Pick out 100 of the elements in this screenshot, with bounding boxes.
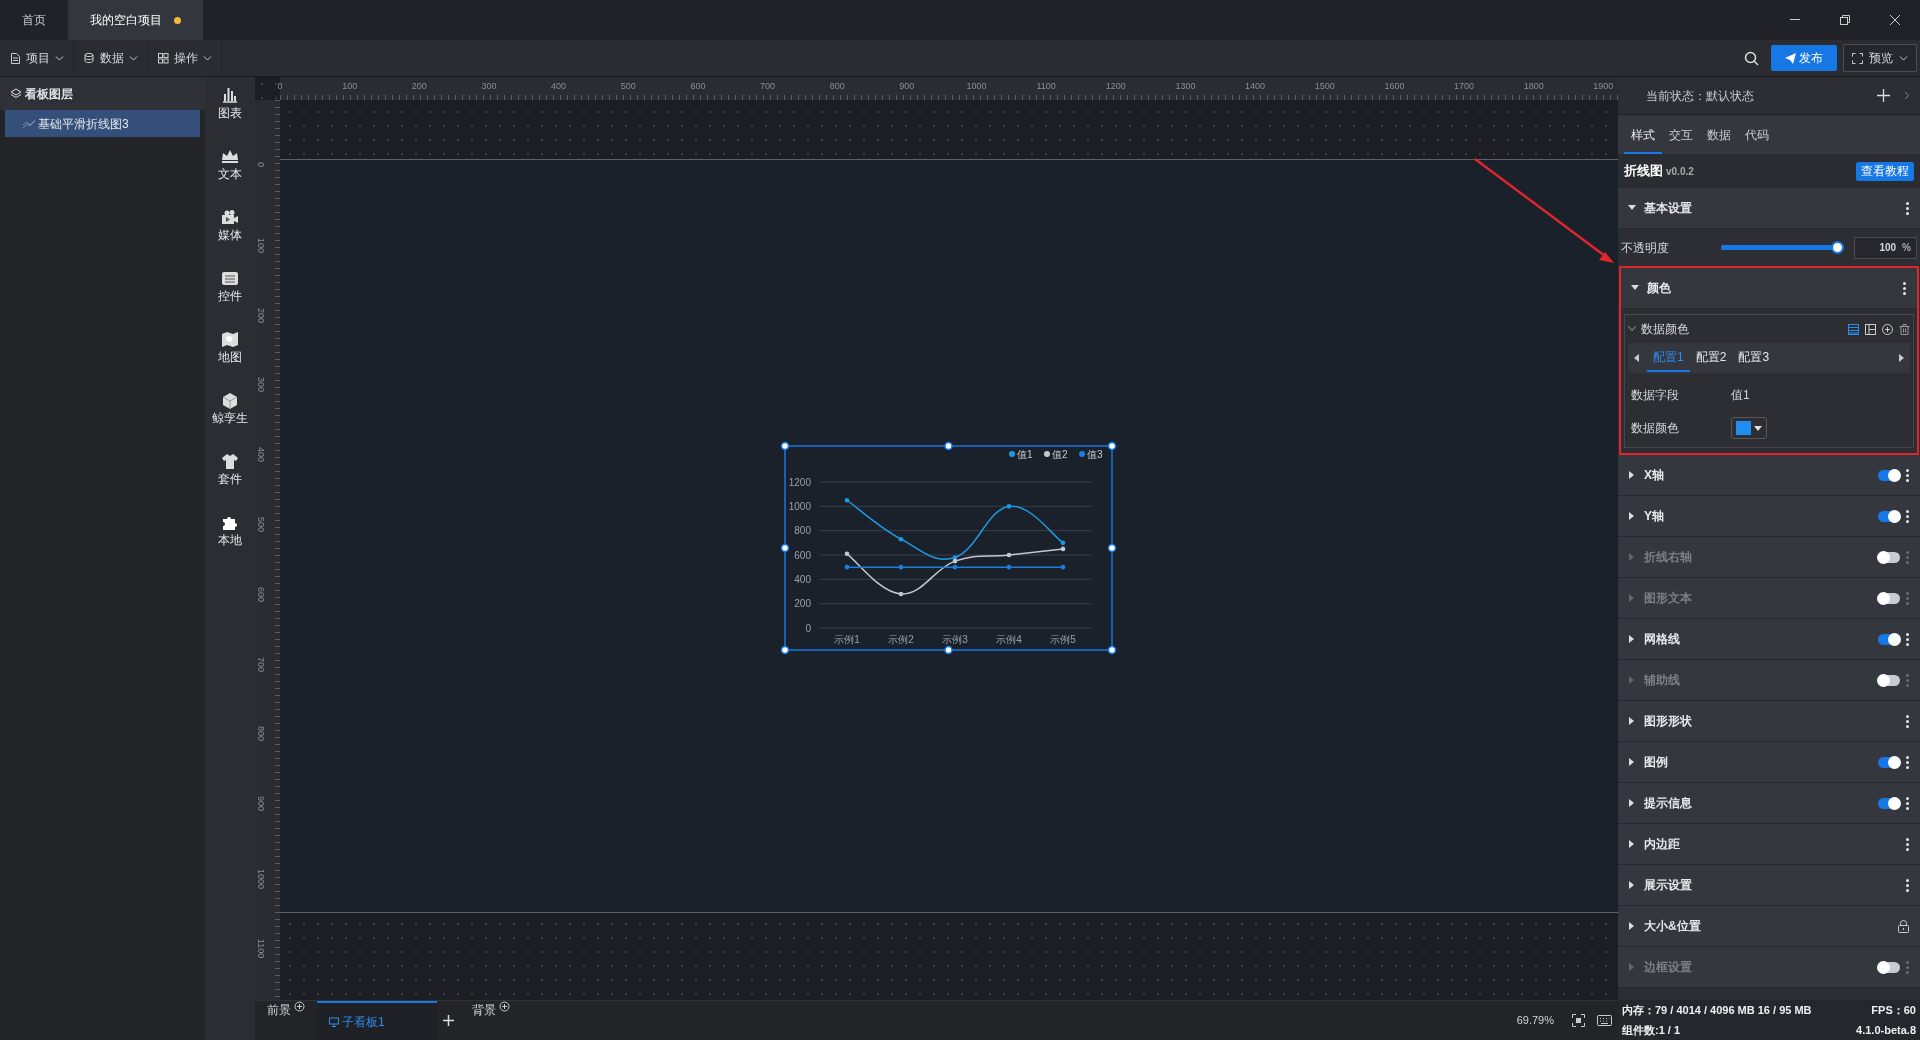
resize-handle[interactable] — [944, 645, 953, 655]
caret-left-icon[interactable] — [1634, 354, 1639, 362]
caret-right-icon[interactable] — [1899, 354, 1904, 362]
toggle-switch[interactable] — [1878, 756, 1900, 768]
toggle-switch[interactable] — [1878, 633, 1900, 645]
lock-icon[interactable] — [1898, 919, 1909, 933]
toggle-switch[interactable] — [1878, 797, 1900, 809]
more-icon[interactable] — [1906, 632, 1910, 646]
cube-icon — [221, 392, 239, 409]
toggle-switch[interactable] — [1878, 551, 1900, 563]
legend-label[interactable]: 值3 — [1087, 448, 1103, 460]
axis-label: 示例4 — [996, 634, 1022, 645]
more-icon[interactable] — [1906, 201, 1910, 215]
tab[interactable]: 交互 — [1662, 118, 1700, 154]
config-tab[interactable]: 配置3 — [1732, 344, 1776, 372]
close-icon[interactable] — [1889, 14, 1901, 26]
layer-tab[interactable]: 前景 — [255, 1001, 317, 1040]
menu-button[interactable]: 操作 — [148, 39, 222, 77]
database-icon — [83, 52, 95, 64]
toggle-switch[interactable] — [1878, 674, 1900, 686]
toggle-switch[interactable] — [1878, 592, 1900, 604]
ruler-label: 1900 — [1593, 80, 1614, 93]
ruler-label: 400 — [551, 80, 567, 93]
ruler-label: 1500 — [1314, 80, 1335, 93]
component-category[interactable]: 媒体 — [205, 199, 255, 260]
toggle-switch[interactable] — [1878, 510, 1900, 522]
more-icon[interactable] — [1906, 837, 1910, 851]
ruler-label: 0 — [277, 80, 283, 93]
more-icon[interactable] — [1906, 796, 1910, 810]
component-category[interactable]: 地图 — [205, 321, 255, 382]
section-header[interactable]: 网格线 — [1618, 619, 1920, 660]
menu-button[interactable]: 项目 — [0, 39, 74, 77]
component-category[interactable]: 文本 — [205, 138, 255, 199]
chevron-right-icon[interactable] — [1904, 91, 1910, 100]
legend-label[interactable]: 值1 — [1017, 448, 1033, 460]
columns-icon[interactable] — [1865, 323, 1876, 335]
resize-handle[interactable] — [780, 441, 790, 451]
ruler-label: 400 — [255, 447, 267, 463]
section-header[interactable]: 图例 — [1618, 742, 1920, 783]
toggle-switch[interactable] — [1878, 469, 1900, 481]
layer-item[interactable]: 基础平滑折线图3 — [5, 110, 200, 137]
add-icon[interactable] — [1877, 89, 1890, 102]
section-header[interactable]: 基本设置 — [1618, 188, 1920, 229]
config-tab[interactable]: 配置1 — [1647, 344, 1690, 372]
section-header[interactable]: 图形形状 — [1618, 701, 1920, 742]
section-header[interactable]: 展示设置 — [1618, 865, 1920, 906]
resize-handle[interactable] — [1107, 645, 1117, 655]
chevron-down-icon[interactable] — [1628, 326, 1636, 332]
config-tab[interactable]: 配置2 — [1689, 344, 1733, 372]
fps-counter: FPS：60 — [1871, 1003, 1916, 1018]
tab[interactable]: 我的空白项目 — [68, 0, 203, 40]
tab[interactable]: 数据 — [1700, 118, 1738, 154]
resize-handle[interactable] — [1107, 543, 1117, 553]
field-label: 数据颜色 — [1631, 420, 1680, 437]
resize-handle[interactable] — [780, 645, 790, 655]
search-icon[interactable] — [1744, 50, 1759, 66]
preview-button[interactable]: 预览 — [1843, 44, 1917, 72]
send-icon — [1785, 52, 1796, 64]
more-icon[interactable] — [1906, 878, 1910, 892]
section-header[interactable]: Y轴 — [1618, 496, 1920, 537]
legend-label[interactable]: 值2 — [1052, 448, 1068, 460]
data-point — [898, 536, 904, 542]
component-category[interactable]: 图表 — [205, 77, 255, 138]
component-category[interactable]: 套件 — [205, 443, 255, 504]
ruler-label: 300 — [481, 80, 497, 93]
section-header[interactable]: 颜色 — [1621, 268, 1917, 309]
add-circle-icon[interactable] — [1882, 323, 1893, 335]
publish-button[interactable]: 发布 — [1771, 45, 1837, 71]
trash-icon[interactable] — [1899, 323, 1910, 335]
fit-screen-icon[interactable] — [1572, 1014, 1585, 1027]
more-icon[interactable] — [1906, 509, 1910, 523]
component-category[interactable]: 控件 — [205, 260, 255, 321]
more-icon[interactable] — [1906, 468, 1910, 482]
color-picker[interactable] — [1731, 417, 1767, 439]
table-icon[interactable] — [1848, 323, 1859, 335]
tutorial-button[interactable]: 查看教程 — [1856, 161, 1914, 181]
ruler-label: 100 — [255, 237, 267, 253]
tab[interactable]: 代码 — [1738, 118, 1776, 154]
toggle-switch[interactable] — [1878, 961, 1900, 973]
keyboard-icon[interactable] — [1597, 1015, 1612, 1026]
more-icon[interactable] — [1906, 755, 1910, 769]
more-icon[interactable] — [1903, 281, 1907, 295]
section-header[interactable]: 大小&位置 — [1618, 906, 1920, 947]
component-category[interactable]: 本地 — [205, 504, 255, 565]
resize-handle[interactable] — [780, 543, 790, 553]
opacity-input[interactable]: 100 % — [1854, 236, 1917, 259]
tab[interactable]: 首页 — [0, 0, 68, 40]
more-icon[interactable] — [1906, 714, 1910, 728]
ruler-label: 1300 — [1175, 80, 1196, 93]
layer-tab[interactable]: 背景 — [460, 1001, 522, 1040]
section-header[interactable]: 内边距 — [1618, 824, 1920, 865]
restore-icon[interactable] — [1839, 14, 1851, 26]
component-category[interactable]: 鲸孪生 — [205, 382, 255, 443]
resize-handle[interactable] — [944, 441, 953, 451]
add-icon[interactable] — [443, 1015, 454, 1026]
resize-handle[interactable] — [1107, 441, 1117, 451]
section-header[interactable]: 提示信息 — [1618, 783, 1920, 824]
version-label: v0.0.2 — [1666, 164, 1695, 179]
menu-button[interactable]: 数据 — [74, 39, 148, 77]
section-header[interactable]: X轴 — [1618, 455, 1920, 496]
